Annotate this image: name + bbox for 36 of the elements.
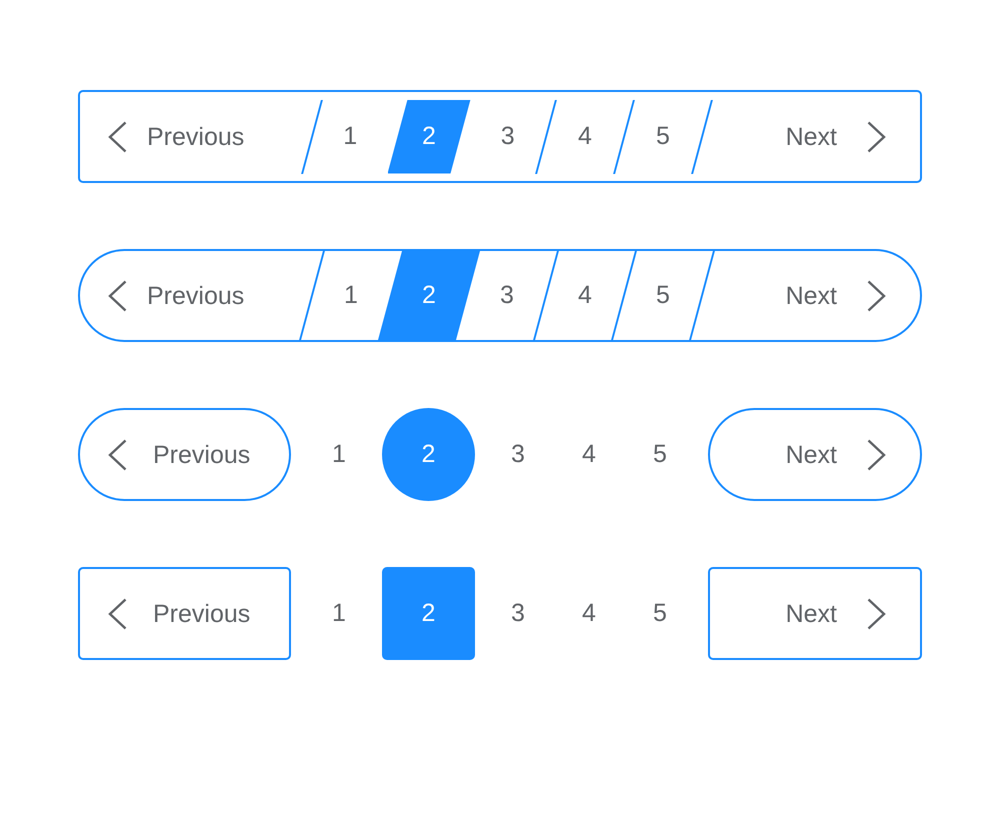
chevron-left-icon [108, 120, 127, 152]
page-button[interactable]: 5 [632, 408, 688, 501]
page-button[interactable]: 5 [625, 100, 701, 174]
previous-button[interactable]: Previous [108, 280, 244, 312]
page-button[interactable]: 2 [382, 408, 475, 501]
page-button[interactable]: 2 [382, 567, 475, 660]
chevron-left-icon [108, 280, 127, 312]
chevron-right-icon [867, 438, 886, 470]
page-button[interactable]: 4 [561, 408, 617, 501]
page-button[interactable]: 1 [311, 567, 367, 660]
chevron-right-icon [867, 598, 886, 630]
next-button[interactable]: Next [786, 280, 886, 312]
previous-button[interactable]: Previous [108, 120, 244, 152]
page-button[interactable]: 3 [490, 567, 546, 660]
chevron-left-icon [108, 438, 127, 470]
chevron-right-icon [867, 120, 886, 152]
page-button[interactable]: 4 [547, 251, 623, 340]
chevron-right-icon [867, 280, 886, 312]
page-button[interactable]: 5 [625, 251, 701, 340]
next-button[interactable]: Next [786, 120, 886, 152]
page-button[interactable]: 3 [490, 408, 546, 501]
page-button[interactable]: 4 [547, 100, 623, 174]
previous-button[interactable]: Previous [78, 408, 291, 501]
previous-button[interactable]: Previous [78, 567, 291, 660]
page-button[interactable]: 3 [480, 251, 545, 340]
page-button[interactable]: 5 [632, 567, 688, 660]
next-button[interactable]: Next [708, 567, 922, 660]
next-button[interactable]: Next [708, 408, 922, 501]
page-button[interactable]: 4 [561, 567, 617, 660]
chevron-left-icon [108, 598, 127, 630]
page-button[interactable]: 2 [388, 100, 470, 174]
page-button[interactable]: 1 [313, 100, 388, 174]
page-button[interactable]: 1 [311, 408, 367, 501]
page-button[interactable]: 3 [470, 100, 545, 174]
page-button[interactable]: 1 [313, 251, 378, 340]
page-button[interactable]: 2 [378, 251, 480, 340]
